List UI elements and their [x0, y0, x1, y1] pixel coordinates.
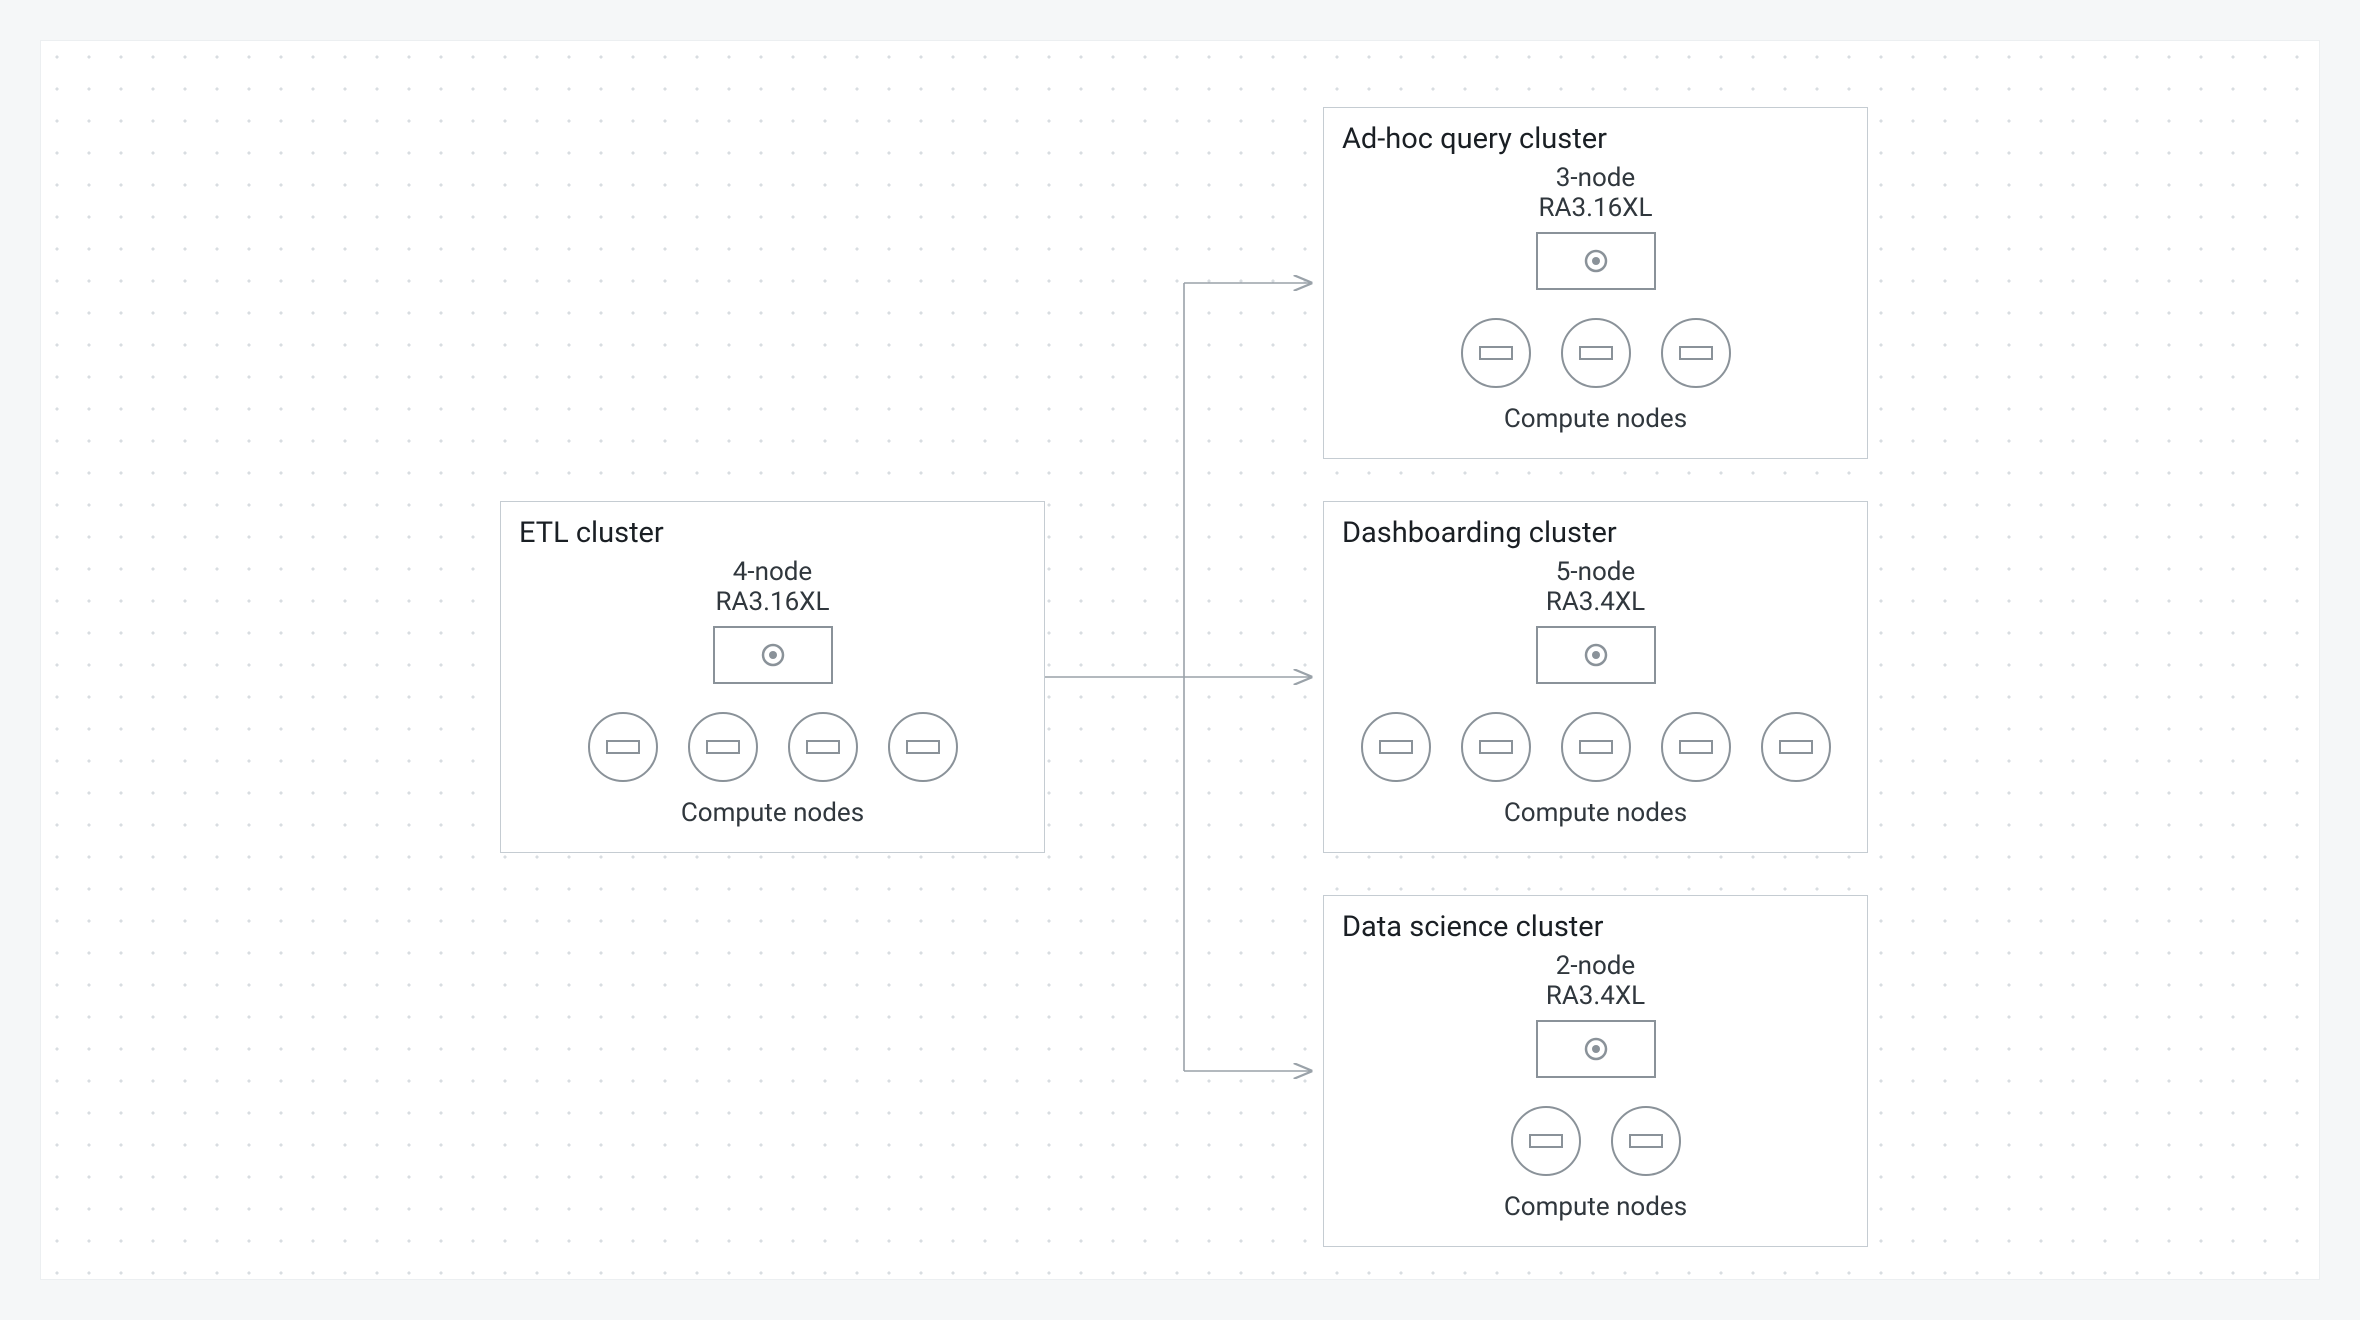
- spec-nodes: 2-node: [1556, 951, 1635, 981]
- compute-node-icon: [1661, 318, 1731, 388]
- compute-node-icon: [1361, 712, 1431, 782]
- compute-nodes-label: Compute nodes: [1324, 404, 1867, 434]
- spec-instance-type: RA3.16XL: [716, 587, 830, 617]
- spec-instance-type: RA3.4XL: [1546, 587, 1645, 617]
- cluster-dashboard: Dashboarding cluster 5-node RA3.4XL Comp…: [1323, 501, 1868, 853]
- compute-node-icon: [1461, 318, 1531, 388]
- compute-node-icon: [1761, 712, 1831, 782]
- cluster-spec: 2-node RA3.4XL: [1324, 952, 1867, 1012]
- compute-nodes-row: [1324, 712, 1867, 782]
- cluster-title: Dashboarding cluster: [1342, 516, 1617, 550]
- compute-node-icon: [1511, 1106, 1581, 1176]
- compute-nodes-label: Compute nodes: [1324, 798, 1867, 828]
- cluster-adhoc: Ad-hoc query cluster 3-node RA3.16XL Com…: [1323, 107, 1868, 459]
- compute-node-icon: [1461, 712, 1531, 782]
- compute-node-icon: [1611, 1106, 1681, 1176]
- cluster-title: ETL cluster: [519, 516, 664, 550]
- spec-instance-type: RA3.4XL: [1546, 981, 1645, 1011]
- spec-instance-type: RA3.16XL: [1539, 193, 1653, 223]
- compute-node-icon: [688, 712, 758, 782]
- connector-arrows: [41, 41, 2321, 1281]
- compute-node-icon: [888, 712, 958, 782]
- spec-nodes: 5-node: [1556, 557, 1635, 587]
- compute-node-icon: [1661, 712, 1731, 782]
- cluster-spec: 3-node RA3.16XL: [1324, 164, 1867, 224]
- cluster-etl: ETL cluster 4-node RA3.16XL Compute node…: [500, 501, 1045, 853]
- compute-node-icon: [788, 712, 858, 782]
- compute-node-icon: [1561, 712, 1631, 782]
- compute-nodes-row: [1324, 1106, 1867, 1176]
- compute-nodes-label: Compute nodes: [501, 798, 1044, 828]
- cluster-spec: 5-node RA3.4XL: [1324, 558, 1867, 618]
- leader-node-icon: [1536, 1020, 1656, 1078]
- leader-node-icon: [713, 626, 833, 684]
- spec-nodes: 4-node: [733, 557, 812, 587]
- compute-node-icon: [1561, 318, 1631, 388]
- cluster-title: Ad-hoc query cluster: [1342, 122, 1607, 156]
- cluster-spec: 4-node RA3.16XL: [501, 558, 1044, 618]
- compute-node-icon: [588, 712, 658, 782]
- diagram-canvas: ETL cluster 4-node RA3.16XL Compute node…: [40, 40, 2320, 1280]
- cluster-title: Data science cluster: [1342, 910, 1603, 944]
- compute-nodes-label: Compute nodes: [1324, 1192, 1867, 1222]
- cluster-datascience: Data science cluster 2-node RA3.4XL Comp…: [1323, 895, 1868, 1247]
- compute-nodes-row: [1324, 318, 1867, 388]
- spec-nodes: 3-node: [1556, 163, 1635, 193]
- leader-node-icon: [1536, 626, 1656, 684]
- leader-node-icon: [1536, 232, 1656, 290]
- compute-nodes-row: [501, 712, 1044, 782]
